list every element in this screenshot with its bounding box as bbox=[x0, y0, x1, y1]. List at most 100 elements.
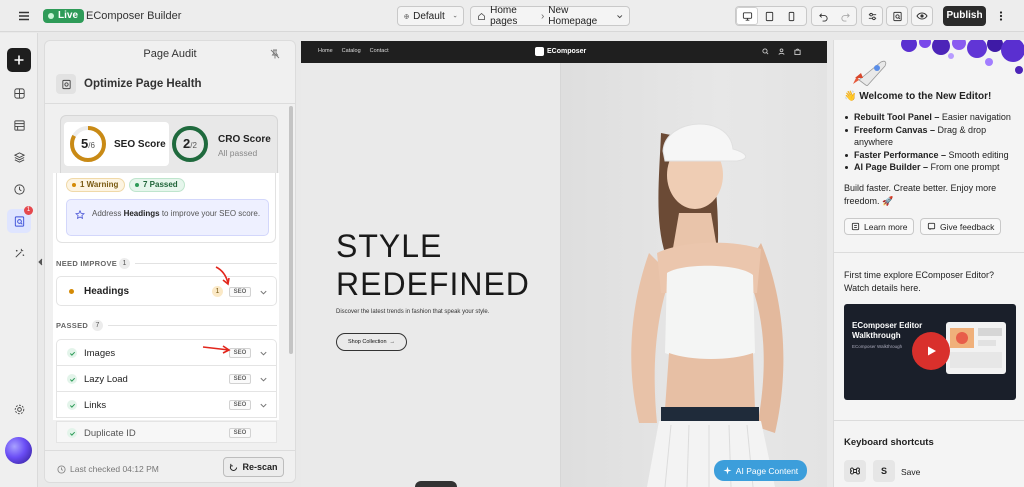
nav-link-contact[interactable]: Contact bbox=[370, 48, 389, 54]
add-element-button[interactable] bbox=[7, 48, 31, 72]
more-options-button[interactable] bbox=[990, 6, 1012, 26]
welcome-banner-art bbox=[901, 40, 1024, 74]
sections-tool-button[interactable] bbox=[7, 113, 31, 137]
left-tool-rail: 1 bbox=[0, 33, 38, 487]
cart-icon[interactable] bbox=[794, 48, 801, 55]
page-canvas[interactable]: Home Catalog Contact EComposer STYLE RED… bbox=[301, 41, 827, 487]
list-item: Rebuilt Tool Panel – Easier navigation bbox=[844, 111, 1020, 124]
more-vertical-icon bbox=[999, 11, 1003, 21]
play-button[interactable] bbox=[912, 332, 950, 370]
audit-item-label: Headings bbox=[84, 286, 130, 297]
need-improve-label: NEED IMPROVE bbox=[56, 259, 118, 268]
shop-collection-button[interactable]: Shop Collection → bbox=[336, 333, 407, 351]
chevron-down-icon bbox=[260, 377, 267, 382]
walkthrough-video[interactable]: EComposer Editor Walkthrough EComposer W… bbox=[844, 304, 1016, 400]
panel-title: Page Audit bbox=[143, 48, 197, 60]
settings-sliders-button[interactable] bbox=[861, 6, 883, 26]
collapse-panel-icon[interactable] bbox=[36, 255, 44, 269]
audit-item-lazy-load[interactable]: Lazy Load SEO bbox=[56, 365, 277, 392]
rocket-icon bbox=[853, 60, 887, 86]
book-icon bbox=[851, 222, 860, 231]
seo-tag: SEO bbox=[229, 287, 251, 297]
desktop-icon bbox=[742, 11, 752, 21]
learn-more-button[interactable]: Learn more bbox=[844, 218, 915, 235]
audit-results-card: 1 Warning 7 Passed Address Headings to i… bbox=[53, 173, 279, 420]
passed-label: PASSED bbox=[56, 321, 89, 330]
site-nav-links: Home Catalog Contact bbox=[318, 48, 389, 54]
layout-icon bbox=[13, 119, 25, 131]
refresh-icon bbox=[230, 463, 238, 471]
menu-icon[interactable] bbox=[17, 9, 31, 23]
page-select[interactable]: Home pages › New Homepage bbox=[470, 5, 630, 27]
redo-button[interactable] bbox=[834, 7, 856, 25]
health-icon bbox=[56, 74, 76, 94]
page-group-label: Home pages bbox=[490, 5, 518, 27]
panel-header: Page Audit bbox=[45, 41, 295, 67]
feedback-icon bbox=[927, 222, 936, 230]
check-icon bbox=[67, 374, 77, 384]
live-label: Live bbox=[58, 10, 79, 21]
ai-tool-button[interactable] bbox=[7, 241, 31, 265]
hero-headline-line-1: STYLE bbox=[336, 228, 443, 264]
list-item: AI Page Builder – From one prompt bbox=[844, 161, 1020, 174]
clock-icon bbox=[13, 183, 25, 195]
layers-icon bbox=[13, 151, 25, 163]
chevron-down-icon bbox=[260, 290, 267, 295]
improvement-tip: Address Headings to improve your SEO sco… bbox=[66, 199, 269, 236]
redo-icon bbox=[840, 12, 850, 22]
section-title: Optimize Page Health bbox=[56, 74, 202, 94]
tablet-view-button[interactable] bbox=[758, 7, 780, 25]
video-thumbnail-art bbox=[946, 322, 1006, 374]
audit-item-label: Images bbox=[84, 348, 116, 359]
hero-image[interactable] bbox=[560, 63, 827, 487]
welcome-title: 👋 Welcome to the New Editor! bbox=[844, 91, 992, 102]
seo-score-tab[interactable]: 5/6 SEO Score bbox=[64, 122, 169, 166]
search-icon[interactable] bbox=[762, 48, 769, 55]
tablet-icon bbox=[765, 11, 773, 21]
mobile-view-button[interactable] bbox=[780, 7, 802, 25]
panel-scrollbar[interactable] bbox=[289, 106, 293, 354]
history-tool-button[interactable] bbox=[7, 177, 31, 201]
nav-link-catalog[interactable]: Catalog bbox=[342, 48, 361, 54]
ai-page-content-button[interactable]: AI Page Content bbox=[714, 460, 807, 481]
passed-chip: 7 Passed bbox=[129, 178, 185, 192]
rescan-label: Re-scan bbox=[242, 462, 278, 472]
desktop-view-button[interactable] bbox=[736, 7, 758, 25]
audit-item-images[interactable]: Images SEO bbox=[56, 339, 277, 366]
account-icon[interactable] bbox=[778, 48, 785, 55]
rescan-button[interactable]: Re-scan bbox=[223, 457, 284, 477]
seo-tag: SEO bbox=[229, 400, 251, 410]
audit-item-label: Duplicate ID bbox=[84, 428, 136, 439]
panel-footer: Last checked 04:12 PM Re-scan bbox=[45, 450, 295, 482]
audit-item-duplicate-id[interactable]: Duplicate ID SEO bbox=[56, 421, 277, 443]
nav-link-home[interactable]: Home bbox=[318, 48, 333, 54]
layers-tool-button[interactable] bbox=[7, 145, 31, 169]
chevron-down-icon bbox=[260, 403, 267, 408]
preview-button[interactable] bbox=[911, 6, 933, 26]
search-doc-icon bbox=[892, 11, 902, 21]
audit-item-headings[interactable]: Headings 1 SEO bbox=[56, 276, 277, 306]
list-item: Faster Performance – Smooth editing bbox=[844, 149, 1020, 162]
user-avatar[interactable] bbox=[5, 437, 32, 464]
bottom-drawer-handle[interactable] bbox=[415, 481, 457, 487]
app-title: EComposer Builder bbox=[86, 10, 182, 22]
cro-score-ring[interactable]: 2/2 bbox=[171, 125, 209, 163]
hero-text-column: STYLE REDEFINED Discover the latest tren… bbox=[301, 63, 560, 487]
site-logo[interactable]: EComposer bbox=[535, 47, 586, 56]
give-feedback-button[interactable]: Give feedback bbox=[920, 218, 1002, 235]
feature-list: Rebuilt Tool Panel – Easier navigation F… bbox=[844, 111, 1020, 174]
undo-button[interactable] bbox=[812, 7, 834, 25]
divider bbox=[834, 420, 1024, 421]
publish-button[interactable]: Publish bbox=[943, 6, 986, 26]
hero-headline-line-2: REDEFINED bbox=[336, 266, 530, 302]
cro-score-label: CRO Score bbox=[218, 134, 271, 145]
settings-tool-button[interactable] bbox=[7, 397, 31, 421]
wave-icon: 👋 bbox=[844, 91, 857, 102]
elements-tool-button[interactable] bbox=[7, 81, 31, 105]
unpin-icon[interactable] bbox=[269, 48, 281, 60]
shortcut-key-s: S bbox=[873, 460, 895, 482]
audit-toolbar-button[interactable] bbox=[886, 6, 908, 26]
audit-item-links[interactable]: Links SEO bbox=[56, 391, 277, 418]
seo-score-ring: 5/6 bbox=[69, 125, 107, 163]
theme-select[interactable]: Default bbox=[397, 6, 464, 26]
